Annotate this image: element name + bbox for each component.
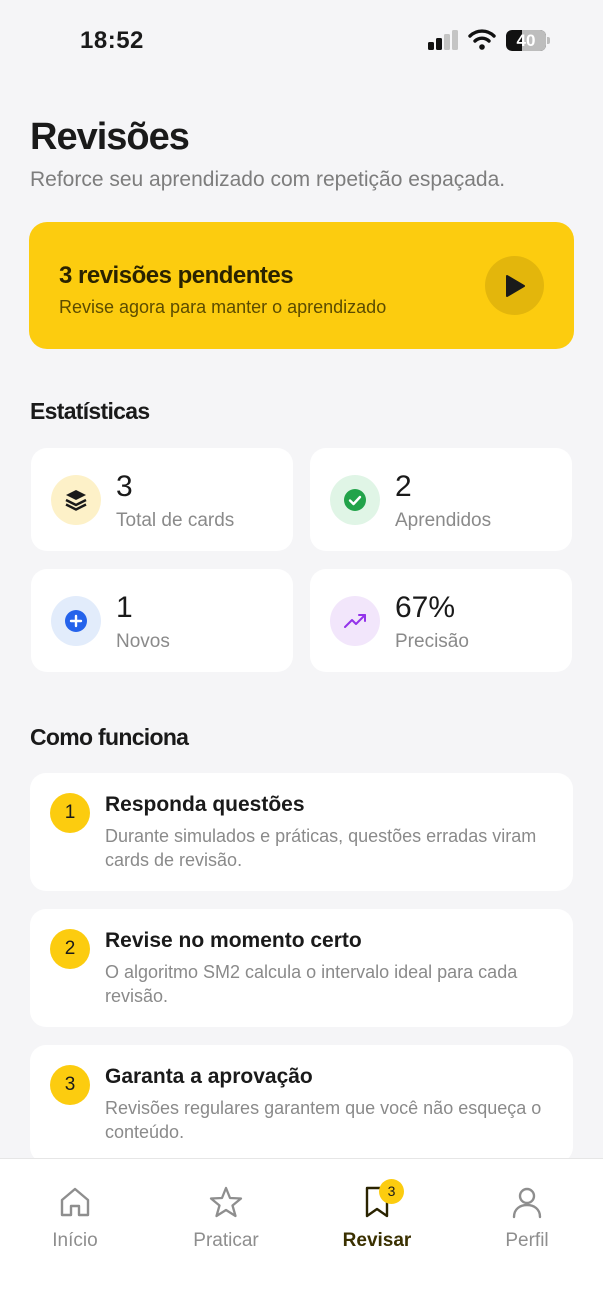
bottom-nav: Início Praticar 3 Revisar Perfil — [0, 1158, 603, 1306]
wifi-icon — [468, 29, 496, 50]
status-time: 18:52 — [80, 27, 144, 54]
nav-label: Revisar — [342, 1230, 412, 1251]
layers-icon — [65, 490, 87, 511]
pending-reviews-banner[interactable]: 3 revisões pendentes Revise agora para m… — [29, 222, 574, 349]
pending-reviews-subtitle: Revise agora para manter o aprendizado — [59, 297, 387, 317]
stat-card-new: 1 Novos — [31, 569, 293, 672]
step-description: Revisões regulares garantem que você não… — [105, 1098, 542, 1142]
nav-label: Perfil — [505, 1230, 549, 1251]
cellular-signal-icon — [428, 30, 460, 50]
step-description: O algoritmo SM2 calcula o intervalo idea… — [105, 962, 518, 1006]
step-number: 1 — [50, 793, 90, 833]
stat-label: Aprendidos — [395, 510, 492, 531]
page-subtitle: Reforce seu aprendizado com repetição es… — [30, 168, 506, 191]
stat-value: 67% — [395, 591, 456, 624]
step-card: 2 Revise no momento certo O algoritmo SM… — [30, 909, 573, 1027]
nav-label: Praticar — [193, 1230, 259, 1251]
nav-item-inicio[interactable]: Início — [0, 1159, 150, 1269]
plus-circle-icon — [65, 610, 87, 632]
play-icon — [506, 275, 525, 297]
start-review-button[interactable] — [485, 256, 544, 315]
stats-section-title: Estatísticas — [30, 398, 150, 424]
step-title: Revise no momento certo — [105, 929, 362, 952]
nav-item-praticar[interactable]: Praticar — [151, 1159, 301, 1269]
status-bar: 18:52 40 — [0, 0, 603, 80]
stat-value: 2 — [395, 470, 412, 503]
home-icon — [60, 1187, 90, 1217]
step-description: Durante simulados e práticas, questões e… — [105, 826, 537, 870]
stat-label: Precisão — [395, 631, 469, 652]
check-circle-icon — [344, 489, 366, 511]
stat-label: Total de cards — [116, 510, 235, 531]
step-number: 3 — [50, 1065, 90, 1105]
how-it-works-title: Como funciona — [30, 724, 189, 750]
star-icon — [209, 1186, 243, 1218]
trending-up-icon — [344, 614, 366, 628]
step-card: 1 Responda questões Durante simulados e … — [30, 773, 573, 891]
step-title: Responda questões — [105, 793, 305, 816]
step-card: 3 Garanta a aprovação Revisões regulares… — [30, 1045, 573, 1163]
nav-label: Início — [52, 1230, 98, 1251]
user-icon — [512, 1187, 542, 1219]
stat-label: Novos — [116, 631, 170, 652]
nav-item-perfil[interactable]: Perfil — [452, 1159, 602, 1269]
review-count-badge: 3 — [379, 1179, 404, 1204]
nav-item-revisar[interactable]: 3 Revisar — [302, 1159, 452, 1269]
stat-value: 3 — [116, 470, 133, 503]
revisoes-screen: 18:52 40 Revisões Reforce seu aprendizad… — [0, 0, 603, 1306]
step-title: Garanta a aprovação — [105, 1065, 313, 1088]
stat-card-total: 3 Total de cards — [31, 448, 293, 551]
pending-reviews-title: 3 revisões pendentes — [59, 262, 294, 289]
battery-icon: 40 — [506, 30, 550, 51]
step-number: 2 — [50, 929, 90, 969]
stat-value: 1 — [116, 591, 133, 624]
stat-card-accuracy: 67% Precisão — [310, 569, 572, 672]
stat-card-learned: 2 Aprendidos — [310, 448, 572, 551]
battery-level: 40 — [516, 31, 536, 50]
page-title: Revisões — [30, 116, 190, 158]
